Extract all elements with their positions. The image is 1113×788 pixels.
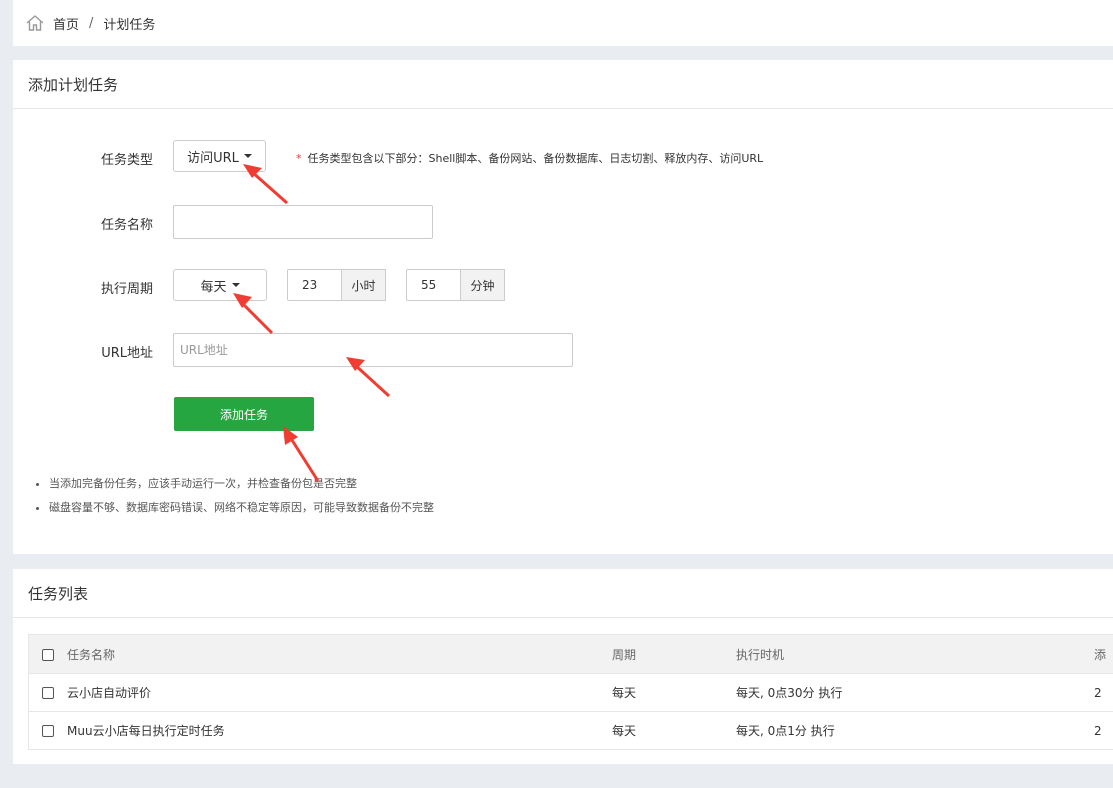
minute-input[interactable] xyxy=(406,269,462,301)
row-time: 每天, 0点1分 执行 xyxy=(736,711,1094,750)
table-header-row: 任务名称 周期 执行时机 添 xyxy=(28,634,1113,674)
cycle-selected: 每天 xyxy=(200,279,227,295)
row-select-cell xyxy=(28,711,67,750)
select-all-cell xyxy=(28,634,67,674)
caret-down-icon xyxy=(231,283,240,287)
task-table: 任务名称 周期 执行时机 添 云小店自动评价 每天 每天, 0点30分 执行 2… xyxy=(28,634,1113,750)
breadcrumb-separator: / xyxy=(89,15,94,31)
home-icon[interactable] xyxy=(25,13,45,33)
row-checkbox[interactable] xyxy=(42,687,54,699)
minute-unit-addon: 分钟 xyxy=(460,269,505,301)
row-cycle: 每天 xyxy=(612,711,736,750)
row-extra: 2 xyxy=(1094,711,1113,750)
hour-unit-addon: 小时 xyxy=(341,269,386,301)
table-row: 云小店自动评价 每天 每天, 0点30分 执行 2 xyxy=(28,673,1113,712)
required-star: * xyxy=(296,152,302,165)
row-extra: 2 xyxy=(1094,673,1113,712)
select-all-checkbox[interactable] xyxy=(42,648,54,661)
row-name: 云小店自动评价 xyxy=(67,673,612,712)
add-task-button[interactable]: 添加任务 xyxy=(174,397,314,431)
column-header-name: 任务名称 xyxy=(67,634,612,674)
url-label: URL地址 xyxy=(101,346,153,361)
notes-list: 当添加完备份任务，应该手动运行一次，并检查备份包是否完整 磁盘容量不够、数据库密… xyxy=(31,472,434,520)
breadcrumb-home-link[interactable]: 首页 xyxy=(53,14,79,33)
task-list-panel: 任务列表 任务名称 周期 执行时机 添 云小店自动评价 每天 每天, 0点30分… xyxy=(13,569,1113,764)
task-name-label: 任务名称 xyxy=(100,218,153,233)
note-item: 磁盘容量不够、数据库密码错误、网络不稳定等原因，可能导致数据备份不完整 xyxy=(49,496,434,520)
add-task-title: 添加计划任务 xyxy=(13,60,1113,109)
add-task-panel: 添加计划任务 任务类型 访问URL * 任务类型包含以下部分：Shell脚本、备份… xyxy=(13,60,1113,554)
task-list-title: 任务列表 xyxy=(13,569,1113,618)
column-header-extra: 添 xyxy=(1094,634,1113,674)
cycle-label: 执行周期 xyxy=(100,282,153,297)
cycle-dropdown[interactable]: 每天 xyxy=(173,269,267,301)
table-row: Muu云小店每日执行定时任务 每天 每天, 0点1分 执行 2 xyxy=(28,711,1113,750)
row-name: Muu云小店每日执行定时任务 xyxy=(67,711,612,750)
breadcrumb-current: 计划任务 xyxy=(103,17,156,33)
row-time: 每天, 0点30分 执行 xyxy=(736,673,1094,712)
url-input[interactable] xyxy=(173,333,573,367)
hour-input[interactable] xyxy=(287,269,343,301)
row-select-cell xyxy=(28,673,67,712)
task-type-hint: * 任务类型包含以下部分：Shell脚本、备份网站、备份数据库、日志切割、释放内存… xyxy=(296,150,763,166)
column-header-cycle: 周期 xyxy=(612,634,736,674)
row-checkbox[interactable] xyxy=(42,725,54,737)
column-header-time: 执行时机 xyxy=(736,634,1094,674)
caret-down-icon xyxy=(243,154,252,158)
task-type-hint-text: 任务类型包含以下部分：Shell脚本、备份网站、备份数据库、日志切割、释放内存、… xyxy=(307,152,764,165)
task-name-input[interactable] xyxy=(173,205,433,239)
task-type-label: 任务类型 xyxy=(100,153,153,168)
task-type-selected: 访问URL xyxy=(187,150,239,166)
task-type-dropdown[interactable]: 访问URL xyxy=(173,140,266,172)
breadcrumb: 首页 / 计划任务 xyxy=(13,0,1113,46)
row-cycle: 每天 xyxy=(612,673,736,712)
note-item: 当添加完备份任务，应该手动运行一次，并检查备份包是否完整 xyxy=(49,472,434,496)
